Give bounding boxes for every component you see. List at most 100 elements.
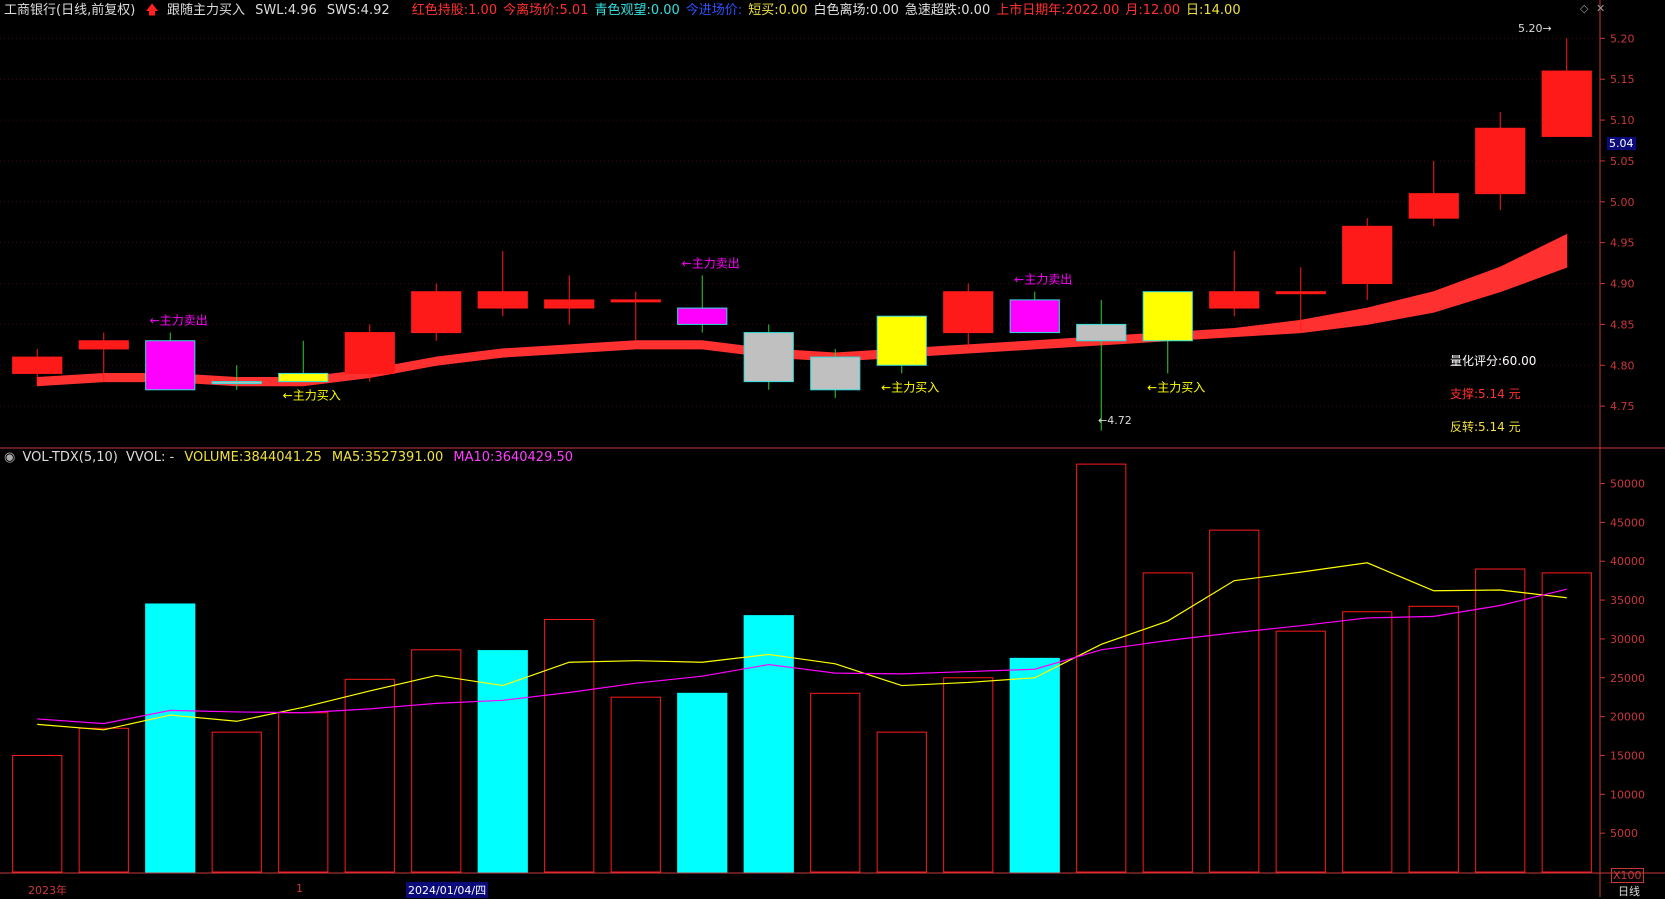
candle-body [1541,70,1592,137]
stock-title: 工商银行(日线,前复权) [4,3,136,18]
candle-body [876,315,927,366]
date-label-year: 2023年 [28,884,67,897]
support-band [36,233,1568,387]
volume-bar [677,692,728,873]
unit-label: X100 [1611,868,1644,883]
volume-bar [411,649,462,873]
candle-body [145,340,196,391]
volume-bar [1275,630,1326,873]
volume-tick-label: 25000 [1610,672,1645,685]
volume-bar [544,619,595,873]
candle-body [1009,299,1060,334]
header-item-value: 5.01 [559,3,589,18]
price-tick-label: 5.05 [1610,155,1635,168]
candle-body [1076,323,1127,342]
candle-body [1142,291,1193,342]
price-tick-label: 5.00 [1610,196,1635,209]
volume-bar [1009,657,1060,873]
candle-body [1275,291,1326,295]
volume-bar [278,712,329,873]
volume-bar [1342,611,1393,873]
candle-body [78,340,129,350]
candle-body [1408,193,1459,219]
price-tick-label: 5.10 [1610,114,1635,127]
volume-tick-label: 30000 [1610,633,1645,646]
candle-body [743,332,794,383]
diamond-icon[interactable]: ◇ [1580,2,1588,15]
candle-body [610,299,661,303]
sell-signal-label: ←主力卖出 [1014,273,1072,287]
volume-bar [1076,463,1127,873]
volume-tick-label: 35000 [1610,594,1645,607]
header-item-value: 1.00 [468,3,498,18]
header-item-label: 白色离场: [813,3,870,18]
volume-bar [12,754,63,873]
volume-bar [78,727,129,873]
volume-tick-label: 15000 [1610,749,1645,762]
close-icon[interactable]: ✕ [1596,2,1605,15]
ma5-label: MA5: [331,450,365,465]
header-item-label: 今进场价: [685,3,743,18]
high-price-marker: 5.20→ [1518,22,1552,35]
candle-body [1475,127,1526,195]
indicator-name: 跟随主力买入 [166,3,245,18]
settings-circle-icon[interactable]: ◉ [4,450,15,465]
volume-bar [145,603,196,873]
volume-bar [477,650,528,873]
quant-score: 量化评分:60.00 [1450,354,1537,368]
ma5-line [37,562,1567,731]
swl-label: SWL: [255,3,288,18]
candle-body [544,299,595,309]
price-tick-label: 4.75 [1610,400,1635,413]
volume-value: 3844041.25 [243,450,322,465]
current-price-tag: 5.04 [1607,137,1636,150]
buy-signal-label: ←主力买入 [1147,380,1205,394]
price-tick-label: 4.95 [1610,237,1635,250]
header-item-label: 短买: [748,3,779,18]
candle-body [1342,225,1393,285]
vol-indicator-name: VOL-TDX(5,10) [22,450,118,465]
price-tick-label: 4.85 [1610,318,1635,331]
header-item-label: 日: [1185,3,1204,18]
volume-bar [1142,572,1193,873]
low-price-marker: ←4.72 [1098,414,1132,427]
price-tick-label: 4.80 [1610,359,1635,372]
ma10-value: 3640429.50 [494,450,574,465]
up-arrow-icon: 🡅 [145,3,159,18]
header-item-label: 急速超跌: [904,3,962,18]
volume-bar [943,677,994,873]
volume-panel-header: ◉ VOL-TDX(5,10) VVOL: - VOLUME:3844041.2… [4,449,573,467]
swl-value: 4.96 [287,3,317,18]
price-panel-header: 工商银行(日线,前复权) 🡅 跟随主力买入 SWL:4.96 SWS:4.92 … [4,2,1241,20]
volume-bar [1408,605,1459,873]
header-item-value: 0.00 [650,3,680,18]
volume-bar [810,692,861,873]
volume-label: VOLUME: [184,450,244,465]
header-item-value: 14.00 [1203,3,1241,18]
header-item-label: 上市日期年: [996,3,1066,18]
ma10-label: MA10: [453,450,495,465]
volume-bar [1541,572,1592,873]
candle-body [1209,291,1260,309]
stock-chart: 4.75 4.80 4.85 4.90 4.95 5.00 5.05 5.10 5.15 5.20… [0,0,1665,898]
volume-tick-label: 40000 [1610,555,1645,568]
sell-signal-label: ←主力卖出 [682,256,740,270]
header-item-value: 0.00 [869,3,899,18]
vvol-label: VVOL: - [125,450,175,465]
price-tick-label: 4.90 [1610,278,1635,291]
volume-bar [876,731,927,873]
candle-body [344,332,395,374]
ma10-line [37,588,1567,725]
candle-body [477,291,528,309]
volume-bar [344,678,395,873]
candle-body [677,307,728,325]
date-label-month: 1 [296,882,303,895]
header-item-value: 0.00 [778,3,808,18]
candle-body [278,372,329,383]
candle-body [211,381,262,385]
header-item-value: 2022.00 [1065,3,1120,18]
header-item-label: 青色观望: [594,3,651,18]
price-tick-label: 5.20 [1610,32,1635,45]
sws-value: 4.92 [360,3,390,18]
header-item-label: 红色持股: [411,3,469,18]
